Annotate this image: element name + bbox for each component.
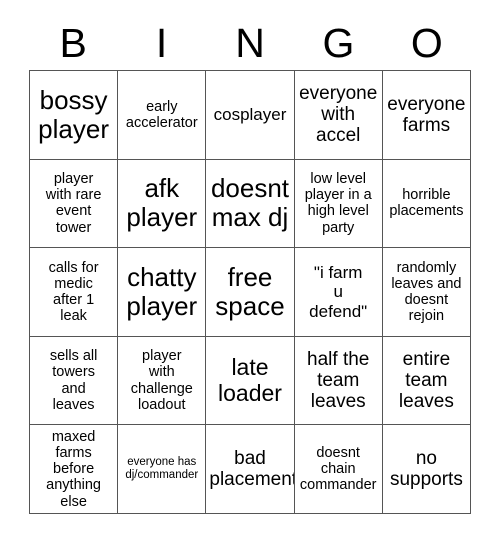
bingo-square[interactable]: doesnt chain commander <box>294 425 383 514</box>
bingo-square-label: maxed farms before anything else <box>46 428 101 510</box>
bingo-square-label: everyone has dj/commander <box>125 456 199 482</box>
bingo-square-label: late loader <box>218 353 282 406</box>
bingo-square-label: doesnt chain commander <box>299 444 377 494</box>
bingo-square[interactable]: everyone with accel <box>294 71 383 160</box>
header-letter-n: N <box>235 19 265 66</box>
bingo-square[interactable]: free space <box>206 248 295 337</box>
bingo-square-label: chatty player <box>126 261 198 321</box>
bingo-square-label: free space <box>215 261 285 321</box>
bingo-square[interactable]: sells all towers and leaves <box>30 336 119 426</box>
bingo-square-label: half the team leaves <box>307 348 370 413</box>
header-letter-o: O <box>410 19 443 66</box>
bingo-square[interactable]: everyone has dj/commander <box>118 425 207 514</box>
bingo-square-label: doesnt max dj <box>210 173 290 233</box>
bingo-square-label: everyone farms <box>387 93 466 136</box>
header-letter-i: I <box>155 19 168 66</box>
bingo-square-label: player with rare event tower <box>45 170 102 236</box>
header-letter-g: G <box>322 19 355 66</box>
header-letter-b: B <box>59 19 87 66</box>
bingo-square-label: "i farm u defend" <box>309 263 368 321</box>
bingo-square-label: player with challenge loadout <box>130 348 193 413</box>
bingo-square[interactable]: early accelerator <box>118 71 207 160</box>
bingo-square[interactable]: bad placement <box>206 425 295 514</box>
bingo-square[interactable]: chatty player <box>118 248 207 337</box>
bingo-square[interactable]: bossy player <box>30 71 119 160</box>
bingo-square-label: calls for medic after 1 leak <box>48 259 99 325</box>
bingo-square-label: low level player in a high level party <box>304 170 372 236</box>
bingo-header-row: B I N G O <box>29 16 471 70</box>
bingo-square[interactable]: no supports <box>382 425 471 514</box>
bingo-square-label: no supports <box>389 447 463 491</box>
bingo-square-label: bad placement <box>209 447 295 491</box>
bingo-square[interactable]: entire team leaves <box>382 336 471 426</box>
bingo-card: B I N G O bossy player early accelerator c… <box>0 0 500 544</box>
bingo-square-label: entire team leaves <box>398 348 454 413</box>
bingo-square[interactable]: afk player <box>118 159 207 249</box>
bingo-square[interactable]: cosplayer <box>206 71 295 160</box>
bingo-square[interactable]: maxed farms before anything else <box>30 425 119 514</box>
bingo-square[interactable]: late loader <box>206 336 295 426</box>
bingo-square[interactable]: low level player in a high level party <box>294 159 383 249</box>
bingo-square[interactable]: player with challenge loadout <box>118 336 207 426</box>
bingo-square[interactable]: everyone farms <box>382 71 471 160</box>
bingo-square[interactable]: calls for medic after 1 leak <box>30 248 119 337</box>
bingo-grid: bossy player early accelerator cosplayer ev… <box>29 70 471 514</box>
bingo-square-label: sells all towers and leaves <box>49 348 98 413</box>
bingo-square-label: early accelerator <box>125 98 198 131</box>
bingo-square-label: horrible placements <box>389 187 464 220</box>
bingo-square[interactable]: player with rare event tower <box>30 159 119 249</box>
bingo-square[interactable]: horrible placements <box>382 159 471 249</box>
bingo-square-label: bossy player <box>38 84 109 144</box>
bingo-square[interactable]: doesnt max dj <box>206 159 295 249</box>
bingo-square[interactable]: half the team leaves <box>294 336 383 426</box>
bingo-square-label: afk player <box>126 173 198 233</box>
bingo-square-label: randomly leaves and doesnt rejoin <box>391 259 462 325</box>
bingo-square-label: everyone with accel <box>299 82 378 147</box>
bingo-square[interactable]: randomly leaves and doesnt rejoin <box>382 248 471 337</box>
bingo-square[interactable]: "i farm u defend" <box>294 248 383 337</box>
bingo-square-label: cosplayer <box>213 105 287 125</box>
